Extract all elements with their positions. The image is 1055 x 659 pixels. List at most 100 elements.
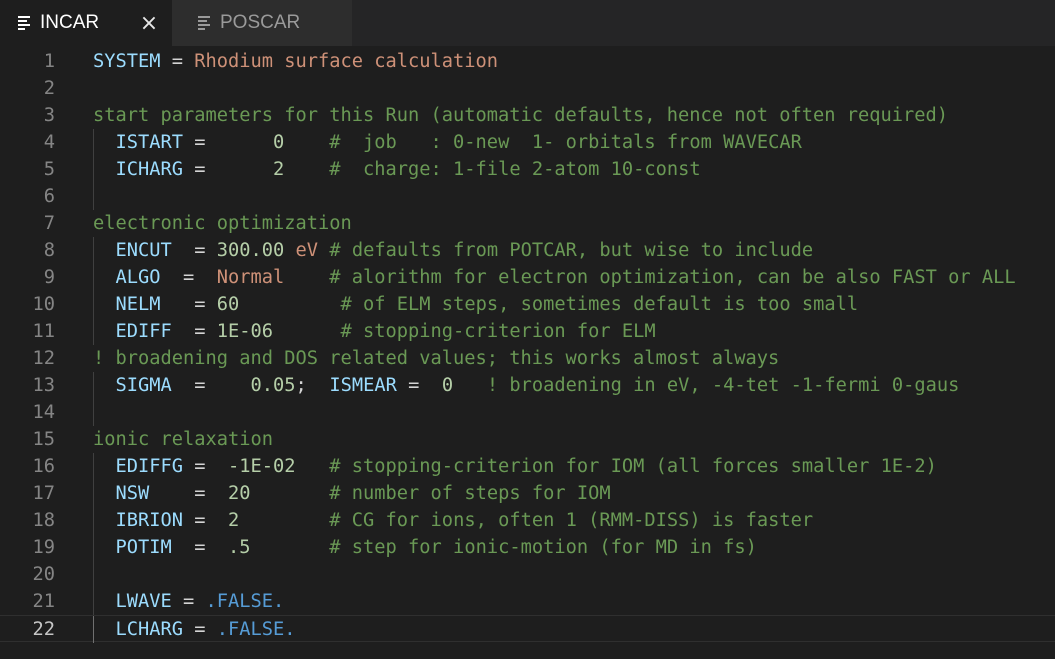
code-token: LWAVE (93, 591, 172, 612)
code-token: ALGO (93, 267, 161, 288)
code-token: 2 (273, 159, 285, 180)
code-token: 300.00 (216, 240, 285, 261)
file-lines-icon (18, 16, 30, 30)
code-token: # defaults from POTCAR, but wise to incl… (318, 240, 814, 261)
code-token: # stopping-criterion for IOM (all forces… (295, 456, 937, 477)
code-line[interactable]: 7 electronic optimization (0, 210, 1055, 237)
code-line[interactable]: 13 SIGMA = 0.05; ISMEAR = 0 ! broadening… (0, 372, 1055, 399)
code-token: LCHARG (93, 619, 184, 640)
code-line[interactable]: 14 (0, 399, 1055, 426)
indent-guide (93, 399, 94, 426)
code-token: = (183, 510, 229, 531)
line-content: EDIFF = 1E-06 # stopping-criterion for E… (93, 318, 656, 345)
code-line[interactable]: 15 ionic relaxation (0, 426, 1055, 453)
line-number: 5 (43, 159, 55, 180)
line-number: 9 (43, 267, 55, 288)
code-token: 20 (228, 483, 251, 504)
code-token: # step for ionic-motion (for MD in fs) (250, 537, 757, 558)
code-token: 1E-06 (216, 321, 274, 342)
code-token: = (149, 483, 229, 504)
line-content: ICHARG = 2 # charge: 1-file 2-atom 10-co… (93, 156, 701, 183)
code-token: EDIFF (93, 321, 172, 342)
code-line[interactable]: 2 (0, 75, 1055, 102)
line-number: 2 (43, 78, 55, 99)
code-token: = (171, 591, 206, 612)
code-token: = (171, 321, 217, 342)
code-token: ICHARG (93, 159, 184, 180)
line-content: start parameters for this Run (automatic… (93, 102, 948, 129)
file-lines-icon (198, 16, 210, 30)
code-token: = (160, 294, 217, 315)
line-number: 17 (32, 483, 55, 504)
line-number: 11 (32, 321, 55, 342)
code-token: IBRION (93, 510, 184, 531)
code-token: eV (284, 240, 319, 261)
code-token: = (183, 132, 274, 153)
code-line[interactable]: 4 ISTART = 0 # job : 0-new 1- orbitals f… (0, 129, 1055, 156)
tab-label: POSCAR (220, 12, 301, 33)
code-line[interactable]: 12 ! broadening and DOS related values; t… (0, 345, 1055, 372)
code-line[interactable]: 22 LCHARG = .FALSE. (0, 615, 1055, 643)
code-line[interactable]: 19 POTIM = .5 # step for ionic-motion (f… (0, 534, 1055, 561)
code-token: -1E-02 (228, 456, 296, 477)
code-token: = (171, 375, 251, 396)
code-line[interactable]: 21 LWAVE = .FALSE. (0, 588, 1055, 615)
line-number: 6 (43, 186, 55, 207)
code-token: 60 (216, 294, 240, 315)
code-token: NSW (93, 483, 150, 504)
line-content: ISTART = 0 # job : 0-new 1- orbitals fro… (93, 129, 802, 156)
code-token: Rhodium surface calculation (194, 51, 499, 72)
line-number: 16 (32, 456, 55, 477)
code-token: = (171, 537, 229, 558)
line-number: 20 (32, 564, 55, 585)
code-token: # CG for ions, often 1 (RMM-DISS) is fas… (239, 510, 814, 531)
code-token: # number of steps for IOM (250, 483, 611, 504)
code-token: = (171, 240, 217, 261)
code-line[interactable]: 10 NELM = 60 # of ELM steps, sometimes d… (0, 291, 1055, 318)
line-number: 1 (43, 51, 55, 72)
code-token: = (160, 51, 195, 72)
code-token: ENCUT (93, 240, 172, 261)
code-token: # charge: 1-file 2-atom 10-const (284, 159, 701, 180)
code-token: ISTART (93, 132, 184, 153)
line-content: NELM = 60 # of ELM steps, sometimes defa… (93, 291, 859, 318)
line-content: NSW = 20 # number of steps for IOM (93, 480, 611, 507)
code-line[interactable]: 9 ALGO = Normal # alorithm for electron … (0, 264, 1055, 291)
line-number: 14 (32, 402, 55, 423)
code-token: # of ELM steps, sometimes default is too… (239, 294, 859, 315)
code-token: Normal (216, 267, 285, 288)
line-content: SYSTEM = Rhodium surface calculation (93, 48, 498, 75)
line-number: 19 (32, 537, 55, 558)
code-token: ! broadening in eV, -4-tet -1-fermi 0-ga… (453, 375, 960, 396)
code-line[interactable]: 1 SYSTEM = Rhodium surface calculation (0, 48, 1055, 75)
line-content: ENCUT = 300.00 eV # defaults from POTCAR… (93, 237, 814, 264)
tab-label: INCAR (40, 12, 100, 33)
line-content: SIGMA = 0.05; ISMEAR = 0 ! broadening in… (93, 372, 960, 399)
code-line[interactable]: 20 (0, 561, 1055, 588)
code-line[interactable]: 18 IBRION = 2 # CG for ions, often 1 (RM… (0, 507, 1055, 534)
code-editor[interactable]: 1 SYSTEM = Rhodium surface calculation 2 3 s… (0, 46, 1055, 659)
code-line[interactable]: 6 (0, 183, 1055, 210)
close-icon[interactable]: × (138, 11, 160, 36)
line-number: 18 (32, 510, 55, 531)
code-line[interactable]: 11 EDIFF = 1E-06 # stopping-criterion fo… (0, 318, 1055, 345)
line-number: 7 (43, 213, 55, 234)
code-line[interactable]: 17 NSW = 20 # number of steps for IOM (0, 480, 1055, 507)
code-token: 0 (273, 132, 285, 153)
code-line[interactable]: 16 EDIFFG = -1E-02 # stopping-criterion … (0, 453, 1055, 480)
code-token: 0.05 (250, 375, 296, 396)
code-token: ! broadening and DOS related values; thi… (93, 348, 780, 369)
code-line[interactable]: 3 start parameters for this Run (automati… (0, 102, 1055, 129)
tab-poscar[interactable]: POSCAR (172, 0, 352, 46)
tab-incar[interactable]: INCAR × (0, 0, 172, 46)
code-line[interactable]: 8 ENCUT = 300.00 eV # defaults from POTC… (0, 237, 1055, 264)
code-line[interactable]: 5 ICHARG = 2 # charge: 1-file 2-atom 10-… (0, 156, 1055, 183)
code-token: # stopping-criterion for ELM (273, 321, 656, 342)
code-token: .FALSE. (216, 619, 296, 640)
line-number: 13 (32, 375, 55, 396)
line-number: 10 (32, 294, 55, 315)
code-token: = (396, 375, 442, 396)
code-token: SIGMA (93, 375, 172, 396)
code-token: start parameters for this Run (automatic… (93, 105, 949, 126)
line-number: 8 (43, 240, 55, 261)
